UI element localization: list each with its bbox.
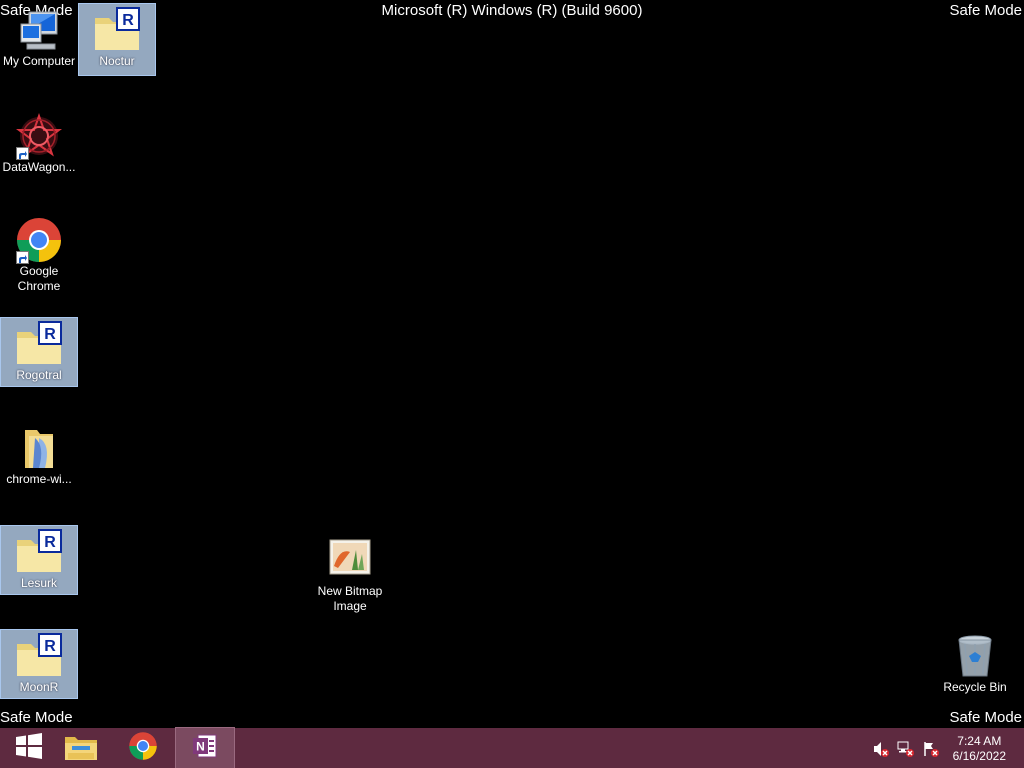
- onenote-icon: N: [192, 733, 218, 764]
- svg-text:R: R: [122, 12, 134, 29]
- zip-folder-icon: [15, 424, 63, 472]
- taskbar-chrome-button[interactable]: [114, 728, 172, 768]
- file-explorer-icon: [64, 731, 98, 766]
- taskbar-file-explorer-button[interactable]: [52, 728, 110, 768]
- datawagon-icon: [15, 112, 63, 160]
- desktop-icon-label: Noctur: [99, 54, 135, 68]
- desktop-icon-label: Recycle Bin: [943, 680, 1007, 694]
- svg-text:N: N: [196, 739, 205, 753]
- desktop-icon-moonr[interactable]: R MoonR: [0, 629, 78, 699]
- desktop-icon-label: MoonR: [19, 680, 59, 694]
- desktop-icon-my-computer[interactable]: My Computer: [1, 4, 77, 72]
- chrome-icon: [15, 216, 63, 264]
- clock-time: 7:24 AM: [957, 734, 1002, 748]
- computer-icon: [15, 6, 63, 54]
- bitmap-icon: [326, 536, 374, 584]
- desktop-icon-rogotral[interactable]: R Rogotral: [0, 317, 78, 387]
- chrome-icon: [128, 731, 158, 766]
- folder-r-icon: R: [93, 6, 141, 54]
- desktop-icon-chrome-zip[interactable]: chrome-wi...: [1, 422, 77, 490]
- windows-start-icon: [15, 732, 43, 764]
- folder-r-icon: R: [15, 320, 63, 368]
- desktop-icon-label: Lesurk: [20, 576, 58, 590]
- taskbar-onenote-button[interactable]: N: [175, 727, 235, 768]
- desktop-icon-label: Rogotral: [16, 368, 62, 382]
- recycle-bin-icon: [951, 632, 999, 680]
- desktop-icon-label: DataWagon...: [2, 160, 76, 174]
- desktop-icon-label: Google Chrome: [17, 264, 61, 293]
- desktop-icon-label: chrome-wi...: [6, 472, 72, 486]
- taskbar: N 7:24 AM 6/16/2022: [0, 727, 1024, 768]
- shortcut-arrow-icon: [16, 251, 29, 264]
- desktop-icon-new-bitmap[interactable]: New Bitmap Image: [312, 534, 388, 617]
- safe-mode-label-bottom-left: Safe Mode: [0, 709, 73, 726]
- shortcut-arrow-icon: [16, 147, 29, 160]
- svg-text:R: R: [44, 534, 56, 551]
- desktop-icon-label: My Computer: [2, 54, 76, 68]
- desktop-icon-lesurk[interactable]: R Lesurk: [0, 525, 78, 595]
- action-center-flag-icon[interactable]: [922, 740, 940, 758]
- network-error-icon[interactable]: [897, 740, 915, 758]
- clock-date: 6/16/2022: [952, 749, 1006, 763]
- desktop-icon-label: New Bitmap Image: [317, 584, 383, 613]
- svg-text:R: R: [44, 638, 56, 655]
- folder-r-icon: R: [15, 632, 63, 680]
- safe-mode-label-bottom-right: Safe Mode: [949, 709, 1022, 726]
- svg-text:R: R: [44, 326, 56, 343]
- volume-muted-icon[interactable]: [872, 740, 890, 758]
- folder-r-icon: R: [15, 528, 63, 576]
- taskbar-clock[interactable]: 7:24 AM 6/16/2022: [953, 734, 1006, 764]
- desktop-icon-recycle-bin[interactable]: Recycle Bin: [937, 630, 1013, 698]
- desktop-icon-google-chrome[interactable]: Google Chrome: [1, 214, 77, 297]
- start-button[interactable]: [0, 728, 58, 768]
- desktop-icon-noctur[interactable]: R Noctur: [78, 3, 156, 76]
- desktop-icon-datawagon[interactable]: DataWagon...: [1, 110, 77, 178]
